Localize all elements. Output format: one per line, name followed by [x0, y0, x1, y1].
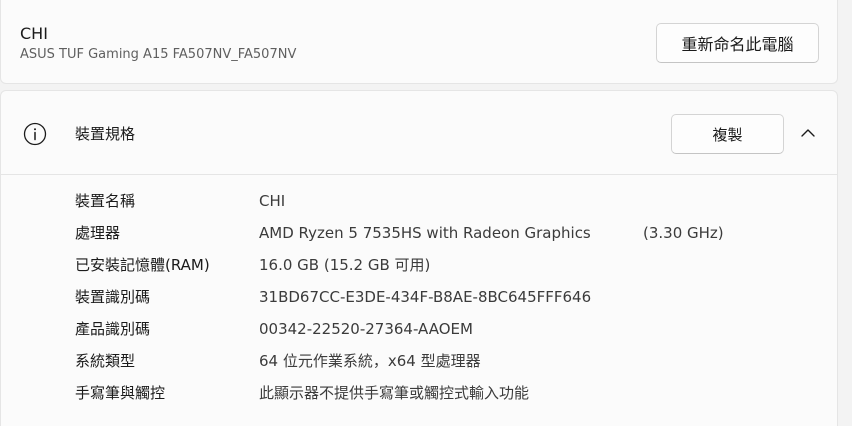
spec-label: 處理器: [75, 224, 121, 242]
spec-value[interactable]: 64 位元作業系統，x64 型處理器: [259, 345, 481, 377]
spec-label: 系統類型: [75, 352, 136, 370]
spec-value[interactable]: CHI: [259, 185, 285, 217]
spec-value-clock-speed[interactable]: (3.30 GHz): [643, 217, 724, 249]
device-name-card: CHI ASUS TUF Gaming A15 FA507NV_FA507NV …: [0, 0, 838, 84]
info-icon: [23, 122, 47, 146]
device-specs-card: 裝置規格 複製 裝置名稱 CHI 處理器 AMD Ryzen 5 7535HS …: [0, 90, 838, 426]
device-specs-header[interactable]: 裝置規格 複製: [1, 91, 837, 175]
spec-value[interactable]: AMD Ryzen 5 7535HS with Radeon Graphics: [259, 217, 591, 249]
spec-row-system-type: 系統類型 64 位元作業系統，x64 型處理器: [1, 345, 837, 377]
device-name: CHI: [20, 24, 48, 43]
system-about-page: CHI ASUS TUF Gaming A15 FA507NV_FA507NV …: [0, 0, 852, 426]
spec-row-pen-touch: 手寫筆與觸控 此顯示器不提供手寫筆或觸控式輸入功能: [1, 377, 837, 409]
spec-label: 已安裝記憶體(RAM): [75, 256, 210, 274]
spec-row-device-name: 裝置名稱 CHI: [1, 185, 837, 217]
spec-row-processor: 處理器 AMD Ryzen 5 7535HS with Radeon Graph…: [1, 217, 837, 249]
device-model: ASUS TUF Gaming A15 FA507NV_FA507NV: [20, 47, 297, 62]
spec-label: 裝置識別碼: [75, 288, 151, 306]
spec-value[interactable]: 00342-22520-27364-AAOEM: [259, 313, 473, 345]
spec-value[interactable]: 31BD67CC-E3DE-434F-B8AE-8BC645FFF646: [259, 281, 591, 313]
spec-label: 產品識別碼: [75, 320, 151, 338]
chevron-up-icon[interactable]: [798, 126, 818, 140]
spec-value[interactable]: 此顯示器不提供手寫筆或觸控式輸入功能: [259, 377, 529, 409]
device-specs-title: 裝置規格: [75, 125, 136, 143]
spec-row-ram: 已安裝記憶體(RAM) 16.0 GB (15.2 GB 可用): [1, 249, 837, 281]
rename-pc-button[interactable]: 重新命名此電腦: [656, 23, 819, 63]
spec-row-device-id: 裝置識別碼 31BD67CC-E3DE-434F-B8AE-8BC645FFF6…: [1, 281, 837, 313]
spec-row-product-id: 產品識別碼 00342-22520-27364-AAOEM: [1, 313, 837, 345]
spec-value[interactable]: 16.0 GB (15.2 GB 可用): [259, 249, 430, 281]
spec-label: 裝置名稱: [75, 192, 136, 210]
spec-label: 手寫筆與觸控: [75, 384, 166, 402]
copy-button[interactable]: 複製: [671, 114, 784, 154]
